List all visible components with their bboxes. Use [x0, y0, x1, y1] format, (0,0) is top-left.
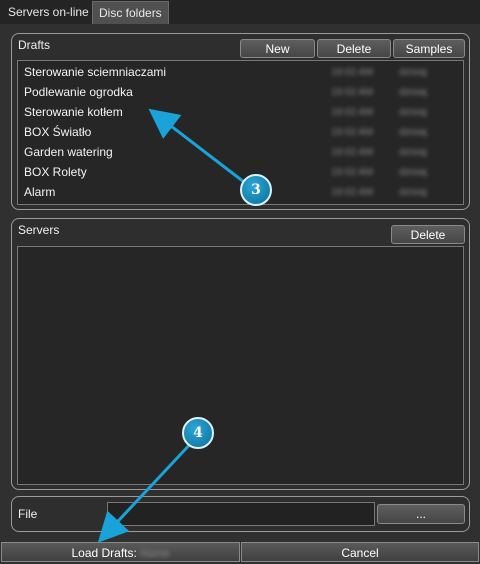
file-group: File ...: [11, 496, 470, 532]
draft-time: 19:02 AM: [331, 87, 374, 98]
draft-date: dzisiaj: [399, 167, 427, 178]
draft-name: BOX Światło: [24, 125, 92, 139]
load-drafts-label: Load Drafts:: [71, 546, 137, 560]
draft-name: Sterowanie sciemniaczami: [24, 65, 167, 79]
draft-name: Garden watering: [24, 145, 113, 159]
tab-disc-folders[interactable]: Disc folders: [92, 1, 169, 24]
drafts-label: Drafts: [18, 38, 51, 52]
draft-time: 19:02 AM: [331, 187, 374, 198]
file-label: File: [18, 507, 38, 521]
servers-label: Servers: [18, 223, 60, 237]
draft-date: dzisiaj: [399, 147, 427, 158]
draft-time: 19:02 AM: [331, 107, 374, 118]
draft-time: 19:02 AM: [331, 147, 374, 158]
samples-button[interactable]: Samples: [393, 39, 465, 58]
cancel-button[interactable]: Cancel: [241, 542, 479, 562]
browse-button[interactable]: ...: [377, 504, 465, 524]
file-path-field[interactable]: [107, 502, 375, 526]
draft-date: dzisiaj: [399, 67, 427, 78]
draft-time: 19:02 AM: [331, 127, 374, 138]
delete-server-button[interactable]: Delete: [391, 225, 465, 244]
draft-date: dzisiaj: [399, 107, 427, 118]
servers-group: Servers Delete: [11, 218, 470, 490]
draft-time: 19:02 AM: [331, 67, 374, 78]
callout-badge-4: 4: [182, 417, 214, 449]
draft-date: dzisiaj: [399, 187, 427, 198]
load-drafts-button[interactable]: Load Drafts: Name: [1, 542, 240, 562]
draft-date: dzisiaj: [399, 87, 427, 98]
callout-badge-3: 3: [240, 174, 272, 206]
draft-name: Podlewanie ogrodka: [24, 85, 133, 99]
draft-time: 19:02 AM: [331, 167, 374, 178]
tab-bar: Servers on-line Disc folders: [0, 0, 480, 24]
draft-date: dzisiaj: [399, 127, 427, 138]
delete-draft-button[interactable]: Delete: [317, 39, 391, 58]
load-drafts-target: Name: [140, 548, 170, 560]
draft-name: Sterowanie kotłem: [24, 105, 123, 119]
draft-name: BOX Rolety: [24, 165, 87, 179]
tab-servers-online[interactable]: Servers on-line: [2, 2, 95, 22]
servers-list[interactable]: [17, 246, 464, 485]
draft-name: Alarm: [24, 185, 56, 199]
new-button[interactable]: New: [240, 39, 315, 58]
